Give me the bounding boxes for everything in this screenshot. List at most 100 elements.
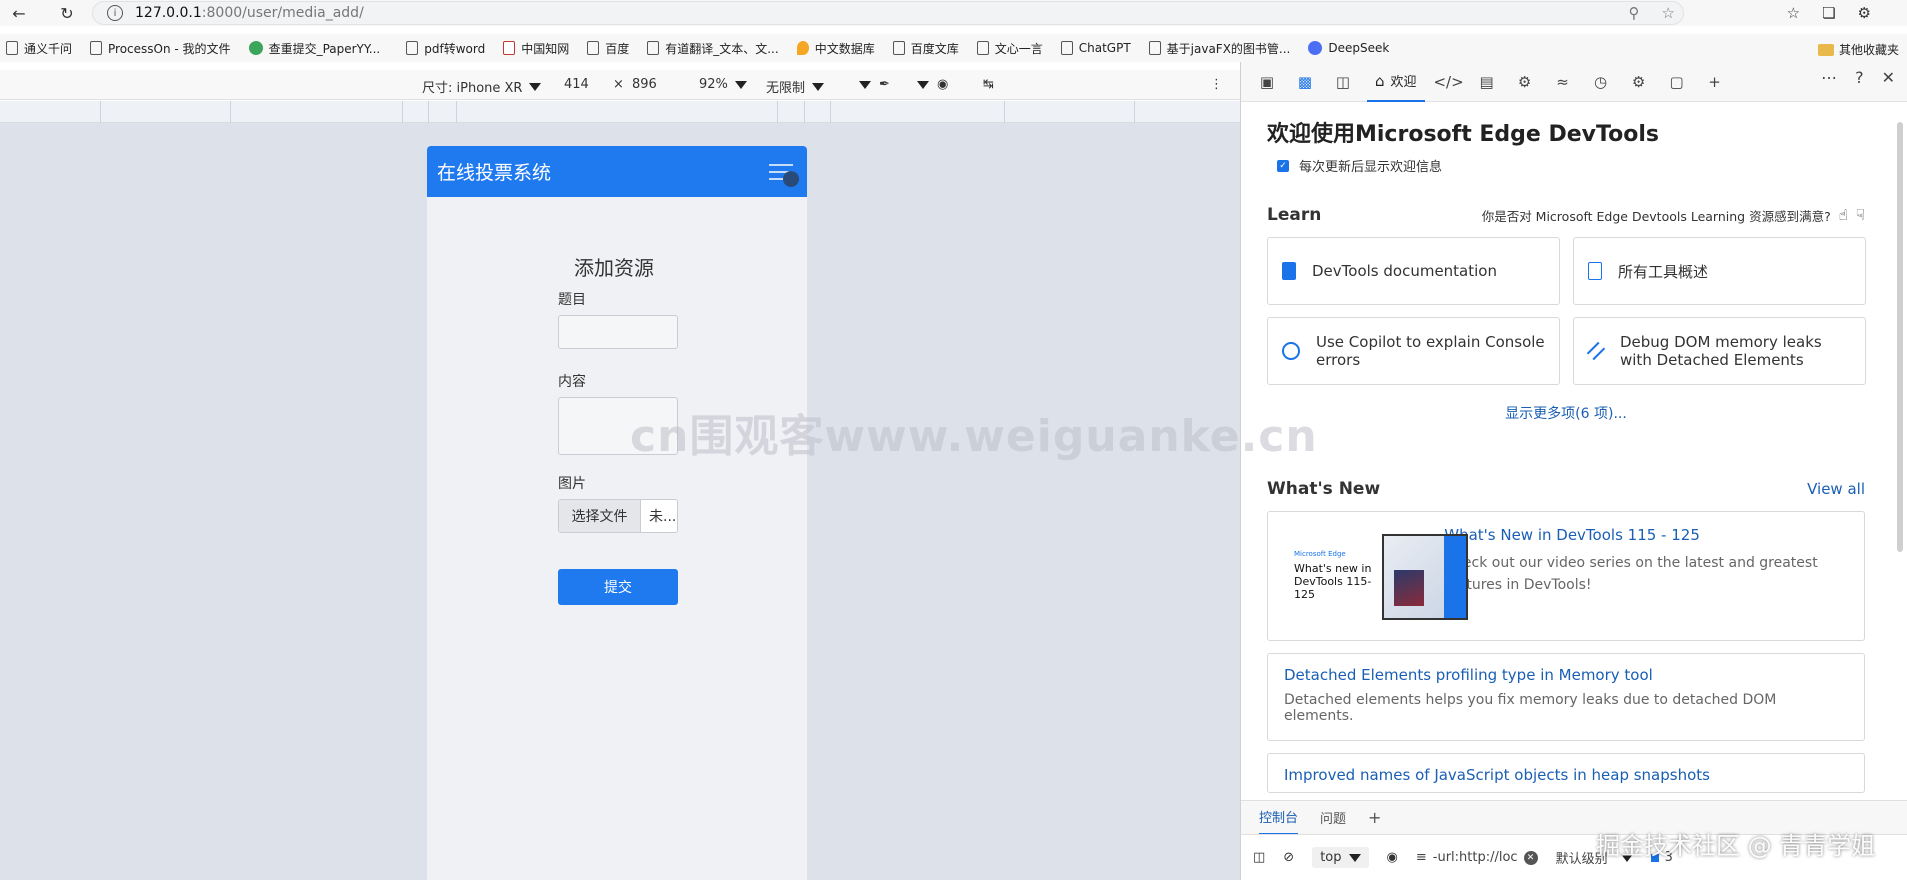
tab-welcome[interactable]: ⌂ 欢迎 <box>1367 62 1425 102</box>
device-select[interactable]: 尺寸: iPhone XR <box>422 77 542 96</box>
news-title[interactable]: Detached Elements profiling type in Memo… <box>1284 666 1848 684</box>
view-all-link[interactable]: View all <box>1807 480 1865 498</box>
sidebar-toggle-icon[interactable]: ◫ <box>1253 850 1265 865</box>
bookmark-item[interactable]: 查重提交_PaperYY... <box>248 40 380 57</box>
inspect-element-icon[interactable]: ▣ <box>1253 68 1281 96</box>
news-card[interactable]: Improved names of JavaScript objects in … <box>1267 753 1865 793</box>
page-icon <box>6 41 18 55</box>
learn-card-overview[interactable]: 所有工具概述 <box>1573 237 1866 305</box>
height-input[interactable]: 896 <box>632 77 657 92</box>
bookmarks-bar: 通义千问 ProcessOn - 我的文件 查重提交_PaperYY... pd… <box>0 34 1907 62</box>
zoom-select[interactable]: 92% <box>699 77 747 92</box>
page-icon <box>892 41 905 55</box>
add-drawer-tab-icon[interactable]: + <box>1368 808 1381 827</box>
learn-card-docs[interactable]: DevTools documentation <box>1267 237 1560 305</box>
settings-gear-icon[interactable]: ⚙ <box>1625 68 1653 96</box>
more-tools-icon[interactable]: ⋯ <box>1821 68 1837 87</box>
show-welcome-checkbox[interactable]: ✓ 每次更新后显示欢迎信息 <box>1267 156 1865 175</box>
sources-bug-icon[interactable]: ⚙ <box>1511 68 1539 96</box>
image-file-input[interactable]: 选择文件 未... <box>558 499 678 533</box>
other-favorites-folder[interactable]: 其他收藏夹 <box>1817 41 1899 58</box>
news-title[interactable]: Improved names of JavaScript objects in … <box>1284 766 1848 784</box>
choose-file-button[interactable]: 选择文件 <box>559 500 641 532</box>
content-label: 内容 <box>558 374 586 390</box>
news-title[interactable]: What's New in DevTools 115 - 125 <box>1444 526 1854 544</box>
bookmark-item[interactable]: DeepSeek <box>1308 41 1389 55</box>
bookmark-item[interactable]: 中国知网 <box>503 40 569 57</box>
page-icon <box>1060 41 1073 55</box>
tab-issues[interactable]: 问题 <box>1320 808 1346 827</box>
learn-cards: DevTools documentation 所有工具概述 Use Copilo… <box>1267 237 1866 385</box>
bookmark-item[interactable]: 有道翻译_文本、文... <box>647 40 779 57</box>
throttle-select[interactable]: 无限制 <box>766 77 825 96</box>
console-filter[interactable]: ≡ -url:http://loc ✕ <box>1416 850 1538 865</box>
bookmark-item[interactable]: 基于javaFX的图书管... <box>1148 40 1290 57</box>
url-path: :8000/user/media_add/ <box>201 5 364 21</box>
bookmark-item[interactable]: 通义千问 <box>6 40 72 57</box>
reload-icon[interactable]: ↻ <box>54 1 80 25</box>
bookmark-item[interactable]: 百度 <box>587 40 629 57</box>
form-title: 添加资源 <box>574 256 654 280</box>
bookmark-item[interactable]: 百度文库 <box>892 40 959 57</box>
eyedropper-dropdown[interactable]: ✒ <box>852 77 890 92</box>
book-icon <box>1282 262 1296 280</box>
thumbs-up-icon[interactable]: ☝ <box>1839 206 1848 224</box>
favorites-icon[interactable]: ☆ <box>1787 4 1800 22</box>
elements-icon[interactable]: </> <box>1433 68 1463 96</box>
site-info-icon[interactable]: i <box>107 5 123 21</box>
clear-filter-icon[interactable]: ✕ <box>1523 850 1538 865</box>
favorite-star-icon[interactable]: ☆ <box>1662 4 1675 22</box>
watermark-corner: 掘金技术社区 @ 青青学姐 <box>1596 832 1876 860</box>
thumbnail-brand: Microsoft Edge <box>1294 550 1346 558</box>
thumbs-down-icon[interactable]: ☟ <box>1856 206 1865 224</box>
learn-card-copilot[interactable]: Use Copilot to explain Console errors <box>1267 317 1560 385</box>
news-thumbnail: Microsoft Edge What's new in DevTools 11… <box>1278 522 1468 632</box>
collections-icon[interactable]: ❏ <box>1822 4 1835 22</box>
home-icon: ⌂ <box>1375 71 1385 90</box>
mobile-page: 在线投票系统 添加资源 题目 内容 图片 选择文件 未... 提交 <box>427 146 807 880</box>
whats-new-title: What's New <box>1267 479 1381 499</box>
news-text: What's New in DevTools 115 - 125 Check o… <box>1444 522 1854 630</box>
application-icon[interactable]: ▢ <box>1663 68 1691 96</box>
live-expression-eye-icon[interactable]: ◉ <box>1387 850 1398 865</box>
console-icon[interactable]: ▤ <box>1473 68 1501 96</box>
thumbnail-text: What's new in DevTools 115-125 <box>1294 562 1372 601</box>
chevron-down-icon <box>529 82 542 91</box>
welcome-content: 欢迎使用Microsoft Edge DevTools ✓ 每次更新后显示欢迎信息… <box>1241 102 1891 800</box>
bookmark-item[interactable]: ChatGPT <box>1060 41 1131 55</box>
performance-icon[interactable]: ◷ <box>1587 68 1615 96</box>
learn-card-detached[interactable]: Debug DOM memory leaks with Detached Ele… <box>1573 317 1866 385</box>
add-tab-icon[interactable]: + <box>1701 68 1729 96</box>
bookmark-item[interactable]: 文心一言 <box>976 40 1043 57</box>
chevron-down-icon <box>1348 853 1361 862</box>
clear-console-icon[interactable]: ⊘ <box>1283 850 1294 865</box>
news-card[interactable]: Detached Elements profiling type in Memo… <box>1267 653 1865 741</box>
zoom-icon[interactable]: ⚲ <box>1629 4 1640 22</box>
bookmark-item[interactable]: pdf转word <box>406 40 485 57</box>
submit-button[interactable]: 提交 <box>558 569 678 605</box>
bookmark-item[interactable]: 中文数据库 <box>796 40 875 57</box>
extension-icon[interactable]: ⚙ <box>1858 4 1871 22</box>
bookmark-item[interactable]: ProcessOn - 我的文件 <box>90 40 231 57</box>
context-select[interactable]: top <box>1312 847 1369 868</box>
width-input[interactable]: 414 <box>564 77 589 92</box>
rotate-icon[interactable]: ↹ <box>983 77 994 92</box>
file-name-text: 未... <box>649 509 677 525</box>
site-logo-icon <box>248 41 263 55</box>
help-icon[interactable]: ? <box>1855 68 1864 87</box>
back-icon[interactable]: ← <box>6 1 32 25</box>
device-toggle-icon[interactable]: ▩ <box>1291 68 1319 96</box>
hamburger-menu-icon[interactable] <box>769 162 799 187</box>
network-wifi-icon[interactable]: ≈ <box>1549 68 1577 96</box>
show-more-link[interactable]: 显示更多项(6 项)... <box>1267 403 1865 423</box>
more-options-icon[interactable]: ⋮ <box>1210 77 1223 92</box>
close-icon[interactable]: ✕ <box>1882 68 1895 87</box>
news-card[interactable]: Microsoft Edge What's new in DevTools 11… <box>1267 511 1865 641</box>
tab-console[interactable]: 控制台 <box>1259 801 1299 835</box>
title-input[interactable] <box>558 315 678 349</box>
dock-icon[interactable]: ◫ <box>1329 68 1357 96</box>
address-bar[interactable]: i 127.0.0.1:8000/user/media_add/ ⚲ ☆ <box>92 1 1684 25</box>
vision-dropdown[interactable]: ◉ <box>910 77 948 92</box>
media-query-ruler <box>0 101 1240 123</box>
scrollbar[interactable] <box>1897 122 1903 552</box>
